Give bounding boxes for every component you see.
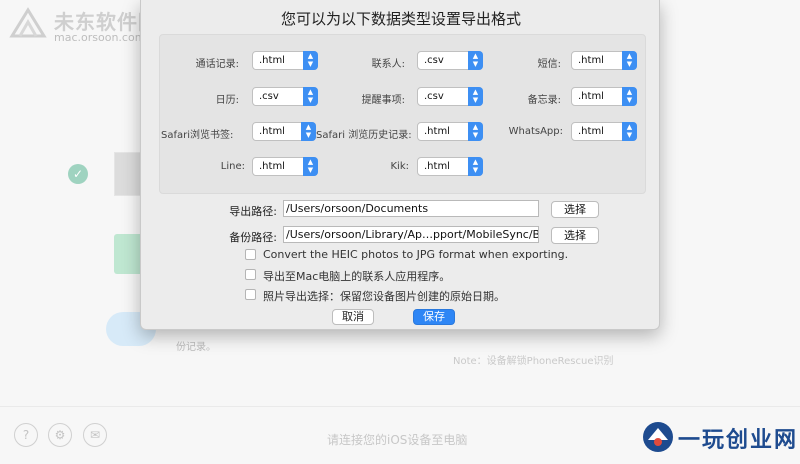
background-note: Note：设备解锁PhoneRescue识别 [453,356,614,367]
safari-bookmarks-format-select[interactable]: .html ▲ ▼ [252,122,316,141]
contacts-format-value: .csv [424,55,444,66]
call-history-format-select[interactable]: .html ▲ ▼ [252,51,318,70]
select-stepper-icon: ▲ ▼ [303,87,318,106]
brand-watermark: 一玩创业网 [640,420,800,456]
keep-photo-date-label: 照片导出选择：保留您设备图片创建的原始日期。 [263,290,505,303]
export-path-field[interactable]: /Users/orsoon/Documents [283,200,539,217]
safari-history-label: Safari 浏览历史记录: [316,130,412,141]
select-stepper-icon: ▲ ▼ [468,87,483,106]
settings-icon[interactable]: ⚙ [48,423,72,447]
export-to-mac-contacts-label: 导出至Mac电脑上的联系人应用程序。 [263,270,451,283]
backup-path-label: 备份路径: [229,231,277,244]
line-format-select[interactable]: .html ▲ ▼ [252,157,318,176]
line-label: Line: [220,161,245,172]
calendar-format-value: .csv [259,91,279,102]
select-stepper-icon: ▲ ▼ [301,122,316,141]
check-icon: ✓ [68,164,88,184]
choose-backup-path-button[interactable]: 选择 [551,227,599,244]
choose-export-path-button[interactable]: 选择 [551,201,599,218]
select-stepper-icon: ▲ ▼ [468,51,483,70]
calendar-label: 日历: [215,95,239,106]
notes-label: 备忘录: [527,95,561,106]
reminders-format-value: .csv [424,91,444,102]
heic-convert-label: Convert the HEIC photos to JPG format wh… [263,248,569,261]
select-stepper-icon: ▲ ▼ [468,157,483,176]
export-format-dialog: 您可以为以下数据类型设置导出格式 通话记录: .html ▲ ▼ 联系人: .cs… [140,0,660,330]
messages-format-value: .html [578,55,604,66]
select-stepper-icon: ▲ ▼ [622,122,637,141]
save-button[interactable]: 保存 [413,309,455,325]
export-to-mac-contacts-checkbox[interactable] [245,269,256,280]
line-format-value: .html [259,161,285,172]
call-history-format-value: .html [259,55,285,66]
kik-label: Kik: [390,161,410,172]
heic-convert-checkbox[interactable] [245,249,256,260]
cancel-button[interactable]: 取消 [332,309,374,325]
whatsapp-label: WhatsApp: [508,126,563,137]
calendar-format-select[interactable]: .csv ▲ ▼ [252,87,318,106]
select-stepper-icon: ▲ ▼ [303,157,318,176]
kik-format-value: .html [424,161,450,172]
dialog-title: 您可以为以下数据类型设置导出格式 [280,10,521,28]
backup-path-field[interactable]: /Users/orsoon/Library/Ap…pport/MobileSyn… [283,226,539,243]
whatsapp-format-select[interactable]: .html ▲ ▼ [571,122,637,141]
orsoon-logo-icon [9,7,47,38]
safari-history-format-select[interactable]: .html ▲ ▼ [417,122,483,141]
select-stepper-icon: ▲ ▼ [303,51,318,70]
export-path-label: 导出路径: [229,205,277,218]
brand-logo-icon [643,422,673,452]
contacts-format-select[interactable]: .csv ▲ ▼ [417,51,483,70]
keep-photo-date-checkbox[interactable] [245,289,256,300]
select-stepper-icon: ▲ ▼ [622,51,637,70]
device-thumbnail [114,152,142,196]
background-partial-text: 份记录。 [176,342,216,353]
contacts-label: 联系人: [371,59,405,70]
safari-history-format-value: .html [424,126,450,137]
watermark-url: mac.orsoon.com [54,31,146,44]
mail-icon[interactable]: ✉ [83,423,107,447]
safari-bookmarks-format-value: .html [259,126,285,137]
connect-device-prompt: 请连接您的iOS设备至电脑 [327,433,468,447]
notes-format-select[interactable]: .html ▲ ▼ [571,87,637,106]
whatsapp-format-value: .html [578,126,604,137]
reminders-format-select[interactable]: .csv ▲ ▼ [417,87,483,106]
messages-label: 短信: [537,59,561,70]
messages-format-select[interactable]: .html ▲ ▼ [571,51,637,70]
help-icon[interactable]: ? [14,423,38,447]
notes-format-value: .html [578,91,604,102]
select-stepper-icon: ▲ ▼ [622,87,637,106]
select-stepper-icon: ▲ ▼ [468,122,483,141]
kik-format-select[interactable]: .html ▲ ▼ [417,157,483,176]
call-history-label: 通话记录: [195,59,239,70]
reminders-label: 提醒事项: [361,95,405,106]
brand-text: 一玩创业网 [678,427,799,453]
